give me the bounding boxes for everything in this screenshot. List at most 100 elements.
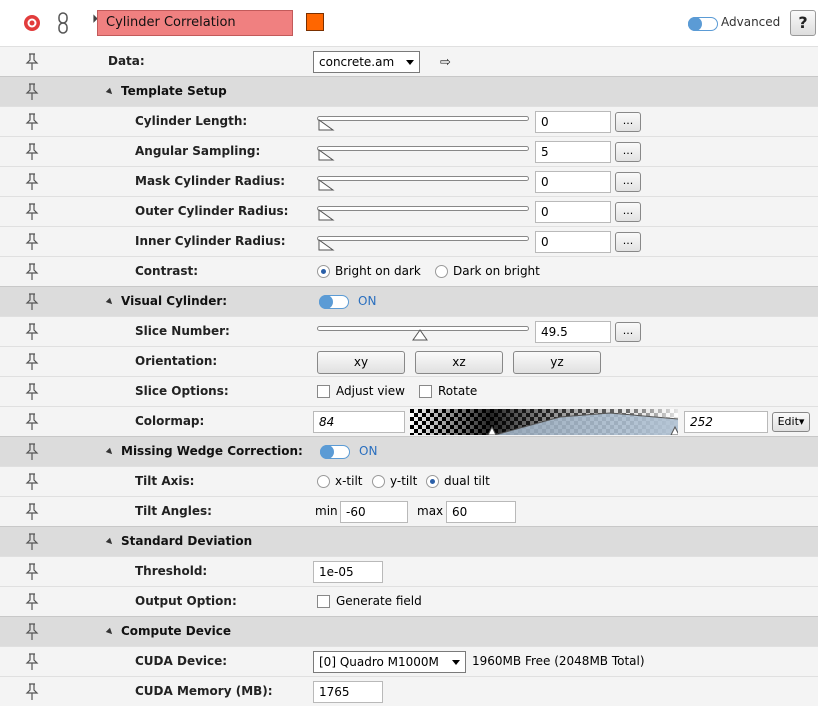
module-title-field[interactable]: Cylinder Correlation: [97, 10, 293, 36]
module-color-swatch[interactable]: [306, 13, 324, 31]
tilt-axis-radio-x[interactable]: [317, 475, 330, 488]
tilt-axis-option-dual: dual tilt: [444, 474, 490, 488]
pin-icon[interactable]: [25, 53, 39, 71]
section-collapse-icon[interactable]: [105, 447, 115, 457]
colormap-preview[interactable]: [410, 409, 678, 435]
threshold-input[interactable]: 1e-05: [313, 561, 383, 583]
section-collapse-icon[interactable]: [105, 297, 115, 307]
chevron-down-icon: [452, 660, 460, 665]
toggle-knob: [320, 445, 334, 459]
chain-link-icon[interactable]: [56, 12, 70, 34]
pin-icon[interactable]: [25, 353, 39, 371]
pin-icon[interactable]: [25, 653, 39, 671]
pin-icon[interactable]: [25, 563, 39, 581]
orientation-yz-button[interactable]: yz: [513, 351, 601, 374]
pin-icon[interactable]: [25, 263, 39, 281]
mask-cylinder-radius-dots-button[interactable]: ...: [615, 172, 641, 192]
rotate-checkbox[interactable]: [419, 385, 432, 398]
data-select[interactable]: concrete.am: [313, 51, 420, 73]
pin-icon[interactable]: [25, 113, 39, 131]
row-colormap: Colormap: 84 252 Edit▾: [0, 406, 818, 436]
row-orientation: Orientation: xy xz yz: [0, 346, 818, 376]
pin-icon[interactable]: [25, 503, 39, 521]
help-button[interactable]: ?: [790, 10, 816, 36]
outer-cylinder-radius-dots-button[interactable]: ...: [615, 202, 641, 222]
pin-icon[interactable]: [25, 293, 39, 311]
angular-sampling-slider[interactable]: [317, 142, 529, 162]
section-collapse-icon[interactable]: [105, 87, 115, 97]
tilt-max-label: max: [417, 504, 444, 518]
row-tilt-axis: Tilt Axis: x-tilt y-tilt dual tilt: [0, 466, 818, 496]
adjust-view-checkbox[interactable]: [317, 385, 330, 398]
section-collapse-icon[interactable]: [105, 627, 115, 637]
arrow-right-icon[interactable]: ⇨: [440, 55, 451, 70]
section-standard-deviation[interactable]: Standard Deviation: [0, 526, 818, 556]
contrast-radio-dark-on-bright[interactable]: [435, 265, 448, 278]
pin-icon[interactable]: [25, 173, 39, 191]
pin-icon[interactable]: [25, 143, 39, 161]
section-compute-device[interactable]: Compute Device: [0, 616, 818, 646]
angular-sampling-input[interactable]: 5: [535, 141, 611, 163]
cuda-memory-input[interactable]: 1765: [313, 681, 383, 703]
inner-cylinder-radius-dots-button[interactable]: ...: [615, 232, 641, 252]
pin-icon[interactable]: [25, 533, 39, 551]
cylinder-length-slider[interactable]: [317, 112, 529, 132]
mask-cylinder-radius-input[interactable]: 0: [535, 171, 611, 193]
pin-icon[interactable]: [25, 323, 39, 341]
tilt-axis-label: Tilt Axis:: [135, 474, 195, 488]
pin-icon[interactable]: [25, 203, 39, 221]
pin-icon[interactable]: [25, 233, 39, 251]
pin-icon[interactable]: [25, 83, 39, 101]
orientation-xy-button[interactable]: xy: [317, 351, 405, 374]
orientation-xz-button[interactable]: xz: [415, 351, 503, 374]
missing-wedge-toggle[interactable]: [320, 445, 350, 459]
mask-cylinder-radius-slider[interactable]: [317, 172, 529, 192]
slice-number-input[interactable]: 49.5: [535, 321, 611, 343]
row-slice-options: Slice Options: Adjust view Rotate: [0, 376, 818, 406]
missing-wedge-on-label: ON: [359, 444, 378, 458]
slice-number-slider[interactable]: [317, 322, 529, 342]
colormap-edit-button[interactable]: Edit▾: [772, 412, 810, 432]
colormap-min-input[interactable]: 84: [313, 411, 405, 433]
section-visual-cylinder[interactable]: Visual Cylinder: ON: [0, 286, 818, 316]
colormap-label: Colormap:: [135, 414, 205, 428]
pin-icon[interactable]: [25, 383, 39, 401]
cylinder-length-input[interactable]: 0: [535, 111, 611, 133]
module-header: Cylinder Correlation Advanced ?: [0, 0, 818, 46]
adjust-view-label: Adjust view: [336, 384, 405, 398]
section-template-setup[interactable]: Template Setup: [0, 76, 818, 106]
tilt-min-input[interactable]: -60: [340, 501, 408, 523]
tilt-axis-option-y: y-tilt: [390, 474, 418, 488]
outer-cylinder-radius-input[interactable]: 0: [535, 201, 611, 223]
section-missing-wedge[interactable]: Missing Wedge Correction: ON: [0, 436, 818, 466]
advanced-toggle[interactable]: [688, 17, 718, 31]
colormap-max-input[interactable]: 252: [684, 411, 768, 433]
pin-icon[interactable]: [25, 473, 39, 491]
generate-field-checkbox[interactable]: [317, 595, 330, 608]
pin-icon[interactable]: [25, 593, 39, 611]
cylinder-length-dots-button[interactable]: ...: [615, 112, 641, 132]
row-output-option: Output Option: Generate field: [0, 586, 818, 616]
tilt-angles-label: Tilt Angles:: [135, 504, 212, 518]
pin-icon[interactable]: [25, 623, 39, 641]
section-collapse-icon[interactable]: [105, 537, 115, 547]
tilt-max-input[interactable]: 60: [446, 501, 516, 523]
pin-icon[interactable]: [25, 443, 39, 461]
pin-icon[interactable]: [25, 683, 39, 701]
module-gear-icon[interactable]: [23, 14, 41, 32]
outer-cylinder-radius-slider[interactable]: [317, 202, 529, 222]
inner-cylinder-radius-input[interactable]: 0: [535, 231, 611, 253]
cuda-device-select[interactable]: [0] Quadro M1000M: [313, 651, 466, 673]
row-cuda-device: CUDA Device: [0] Quadro M1000M 1960MB Fr…: [0, 646, 818, 676]
inner-cylinder-radius-slider[interactable]: [317, 232, 529, 252]
data-label: Data:: [108, 54, 145, 68]
contrast-radio-bright-on-dark[interactable]: [317, 265, 330, 278]
visual-cylinder-toggle[interactable]: [319, 295, 349, 309]
tilt-axis-radio-dual[interactable]: [426, 475, 439, 488]
pin-icon[interactable]: [25, 413, 39, 431]
angular-sampling-dots-button[interactable]: ...: [615, 142, 641, 162]
threshold-label: Threshold:: [135, 564, 208, 578]
slice-number-dots-button[interactable]: ...: [615, 322, 641, 342]
chevron-down-icon: [406, 60, 414, 65]
tilt-axis-radio-y[interactable]: [372, 475, 385, 488]
